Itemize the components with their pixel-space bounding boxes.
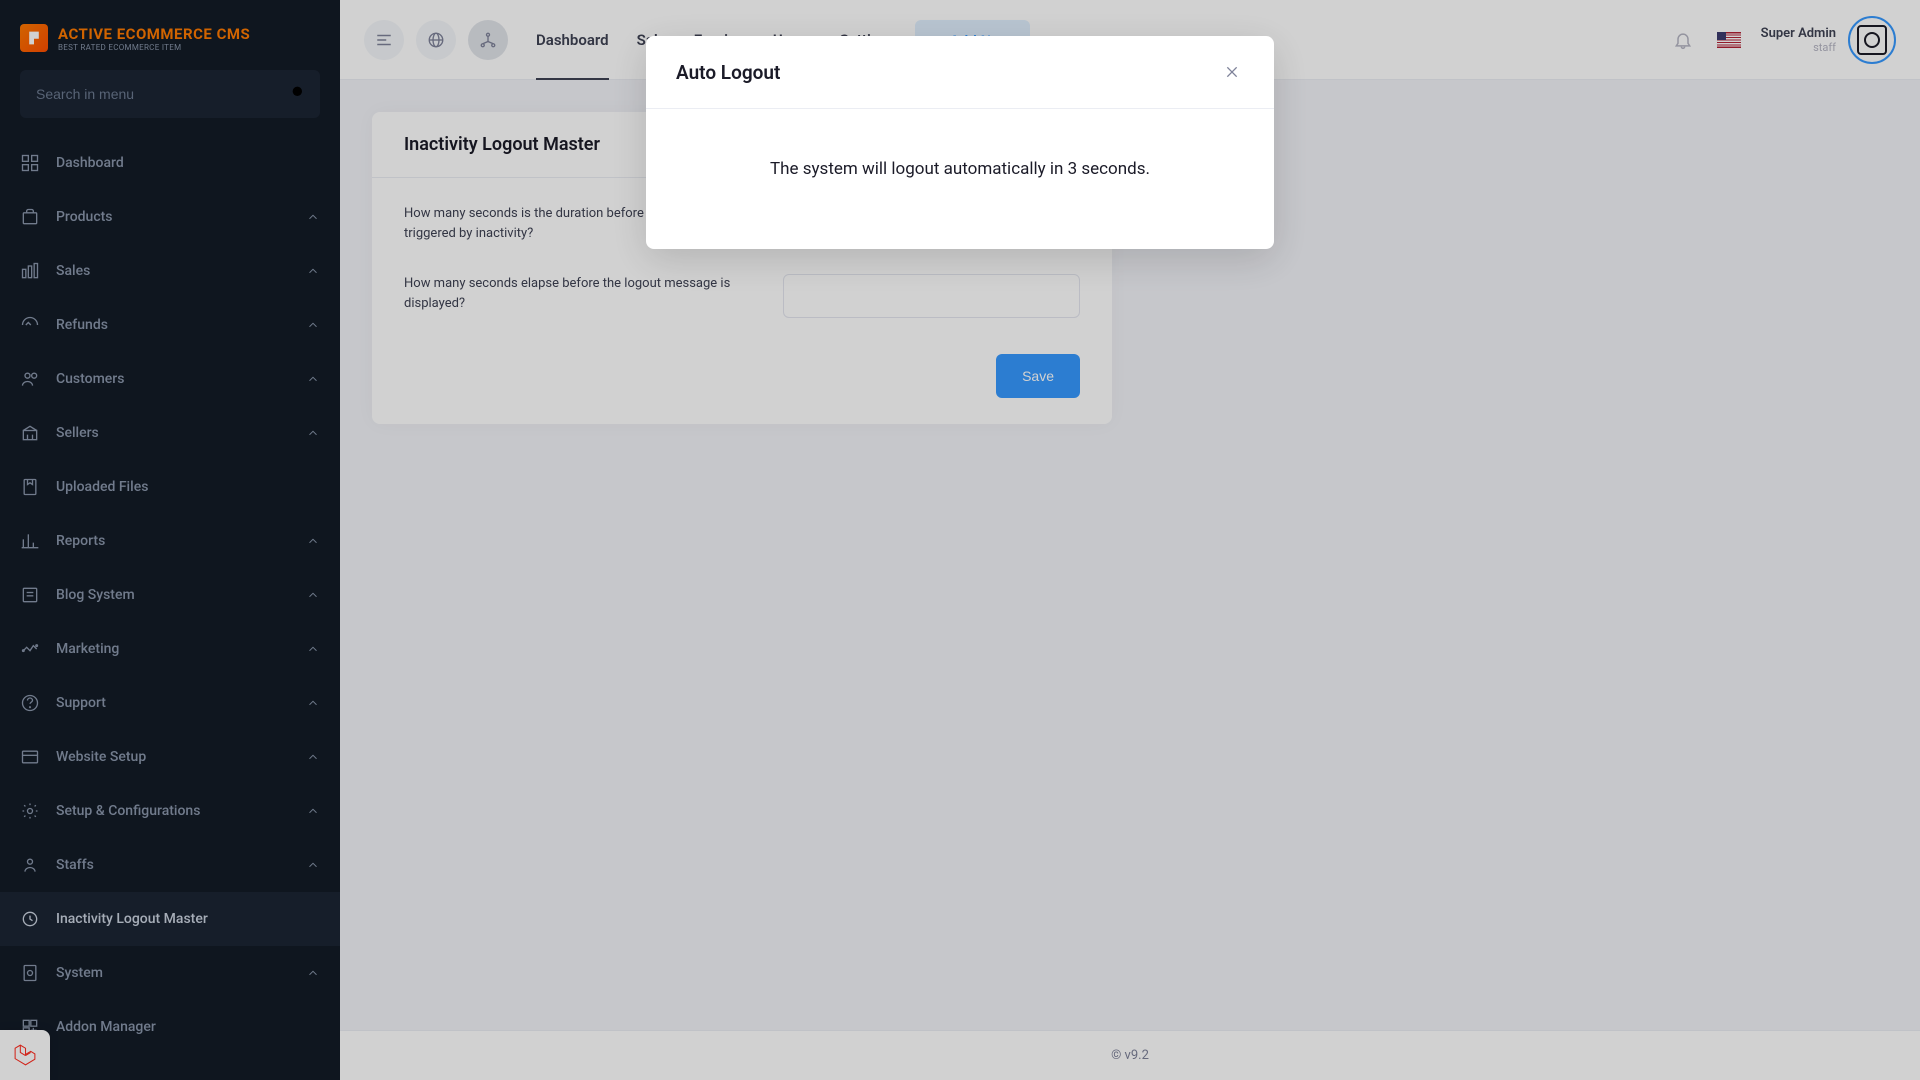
modal-message: The system will logout automatically in … [646,109,1274,249]
modal-title: Auto Logout [676,61,780,84]
close-icon[interactable] [1220,60,1244,84]
auto-logout-modal: Auto Logout The system will logout autom… [646,36,1274,249]
